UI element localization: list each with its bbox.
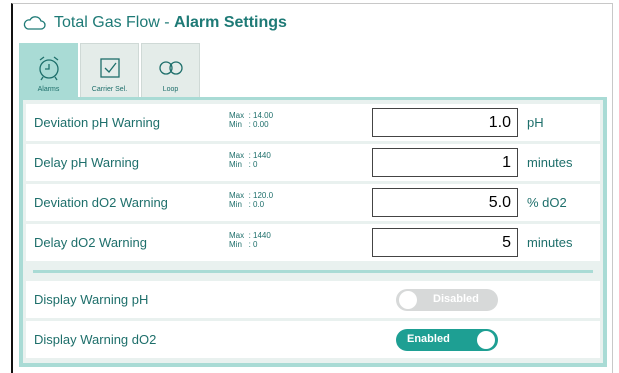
page-header: Total Gas Flow - Alarm Settings — [22, 11, 287, 35]
deviation-do2-input[interactable]: 5.0 — [372, 188, 518, 217]
max-label: Max — [229, 111, 245, 120]
app-window: Total Gas Flow - Alarm Settings Alarms C… — [11, 3, 613, 373]
setting-label: Deviation pH Warning — [34, 115, 160, 130]
page-title-bold: Alarm Settings — [174, 14, 287, 31]
delay-ph-input[interactable]: 1 — [372, 148, 518, 177]
setting-row-delay-ph: Delay pH Warning Max : 1440 Min : 0 1 mi… — [26, 144, 600, 181]
max-value: : 14.00 — [248, 111, 274, 120]
min-value: : 0 — [248, 160, 258, 169]
setting-limits: Max : 14.00 Min : 0.00 — [229, 111, 273, 129]
toggle-label: Display Warning pH — [34, 292, 149, 307]
toggle-knob — [477, 331, 495, 349]
alarm-settings-panel: Deviation pH Warning Max : 14.00 Min : 0… — [19, 97, 607, 367]
setting-row-deviation-do2: Deviation dO2 Warning Max : 120.0 Min : … — [26, 184, 600, 221]
tab-carrier-sel[interactable]: Carrier Sel. — [80, 43, 139, 97]
tab-loop-label: Loop — [162, 86, 179, 93]
setting-limits: Max : 1440 Min : 0 — [229, 231, 271, 249]
toggle-knob — [399, 291, 417, 309]
min-label: Min — [229, 240, 242, 249]
tab-bar: Alarms Carrier Sel. Loop — [19, 43, 200, 97]
loop-icon — [158, 55, 184, 81]
toggle-row-display-warning-do2: Display Warning dO2 Enabled — [26, 321, 600, 358]
setting-label: Deviation dO2 Warning — [34, 195, 168, 210]
setting-unit: minutes — [527, 235, 573, 250]
toggle-label: Display Warning dO2 — [34, 332, 157, 347]
min-label: Min — [229, 160, 242, 169]
setting-label: Delay dO2 Warning — [34, 235, 147, 250]
deviation-ph-input[interactable]: 1.0 — [372, 108, 518, 137]
setting-limits: Max : 120.0 Min : 0.0 — [229, 191, 273, 209]
max-label: Max — [229, 191, 245, 200]
toggle-row-display-warning-ph: Display Warning pH Disabled — [26, 281, 600, 318]
setting-unit: pH — [527, 115, 544, 130]
setting-unit: minutes — [527, 155, 573, 170]
settings-list: Deviation pH Warning Max : 14.00 Min : 0… — [23, 100, 603, 363]
display-warning-do2-toggle[interactable]: Enabled — [396, 329, 498, 351]
section-divider — [33, 270, 593, 273]
display-warning-ph-toggle[interactable]: Disabled — [396, 289, 498, 311]
setting-unit: % dO2 — [527, 195, 567, 210]
tab-loop[interactable]: Loop — [141, 43, 200, 97]
setting-row-delay-do2: Delay dO2 Warning Max : 1440 Min : 0 5 m… — [26, 224, 600, 261]
max-label: Max — [229, 151, 245, 160]
tab-alarms[interactable]: Alarms — [19, 43, 78, 97]
delay-do2-input[interactable]: 5 — [372, 228, 518, 257]
max-value: : 1440 — [248, 151, 271, 160]
page-title-prefix: Total Gas Flow - — [54, 14, 175, 31]
min-label: Min — [229, 200, 242, 209]
min-value: : 0.0 — [248, 200, 265, 209]
toggle-state-label: Enabled — [407, 333, 450, 345]
cloud-icon — [23, 16, 46, 30]
min-value: : 0.00 — [248, 120, 269, 129]
setting-limits: Max : 1440 Min : 0 — [229, 151, 271, 169]
page-title: Total Gas Flow - Alarm Settings — [54, 14, 287, 32]
setting-label: Delay pH Warning — [34, 155, 140, 170]
alarm-clock-icon — [36, 55, 62, 81]
toggle-state-label: Disabled — [433, 293, 479, 305]
max-value: : 120.0 — [248, 191, 274, 200]
max-label: Max — [229, 231, 245, 240]
tab-alarms-label: Alarms — [37, 86, 60, 93]
tab-carrier-sel-label: Carrier Sel. — [91, 86, 128, 93]
max-value: : 1440 — [248, 231, 271, 240]
checkbox-icon — [99, 55, 121, 81]
min-label: Min — [229, 120, 242, 129]
min-value: : 0 — [248, 240, 258, 249]
setting-row-deviation-ph: Deviation pH Warning Max : 14.00 Min : 0… — [26, 104, 600, 141]
